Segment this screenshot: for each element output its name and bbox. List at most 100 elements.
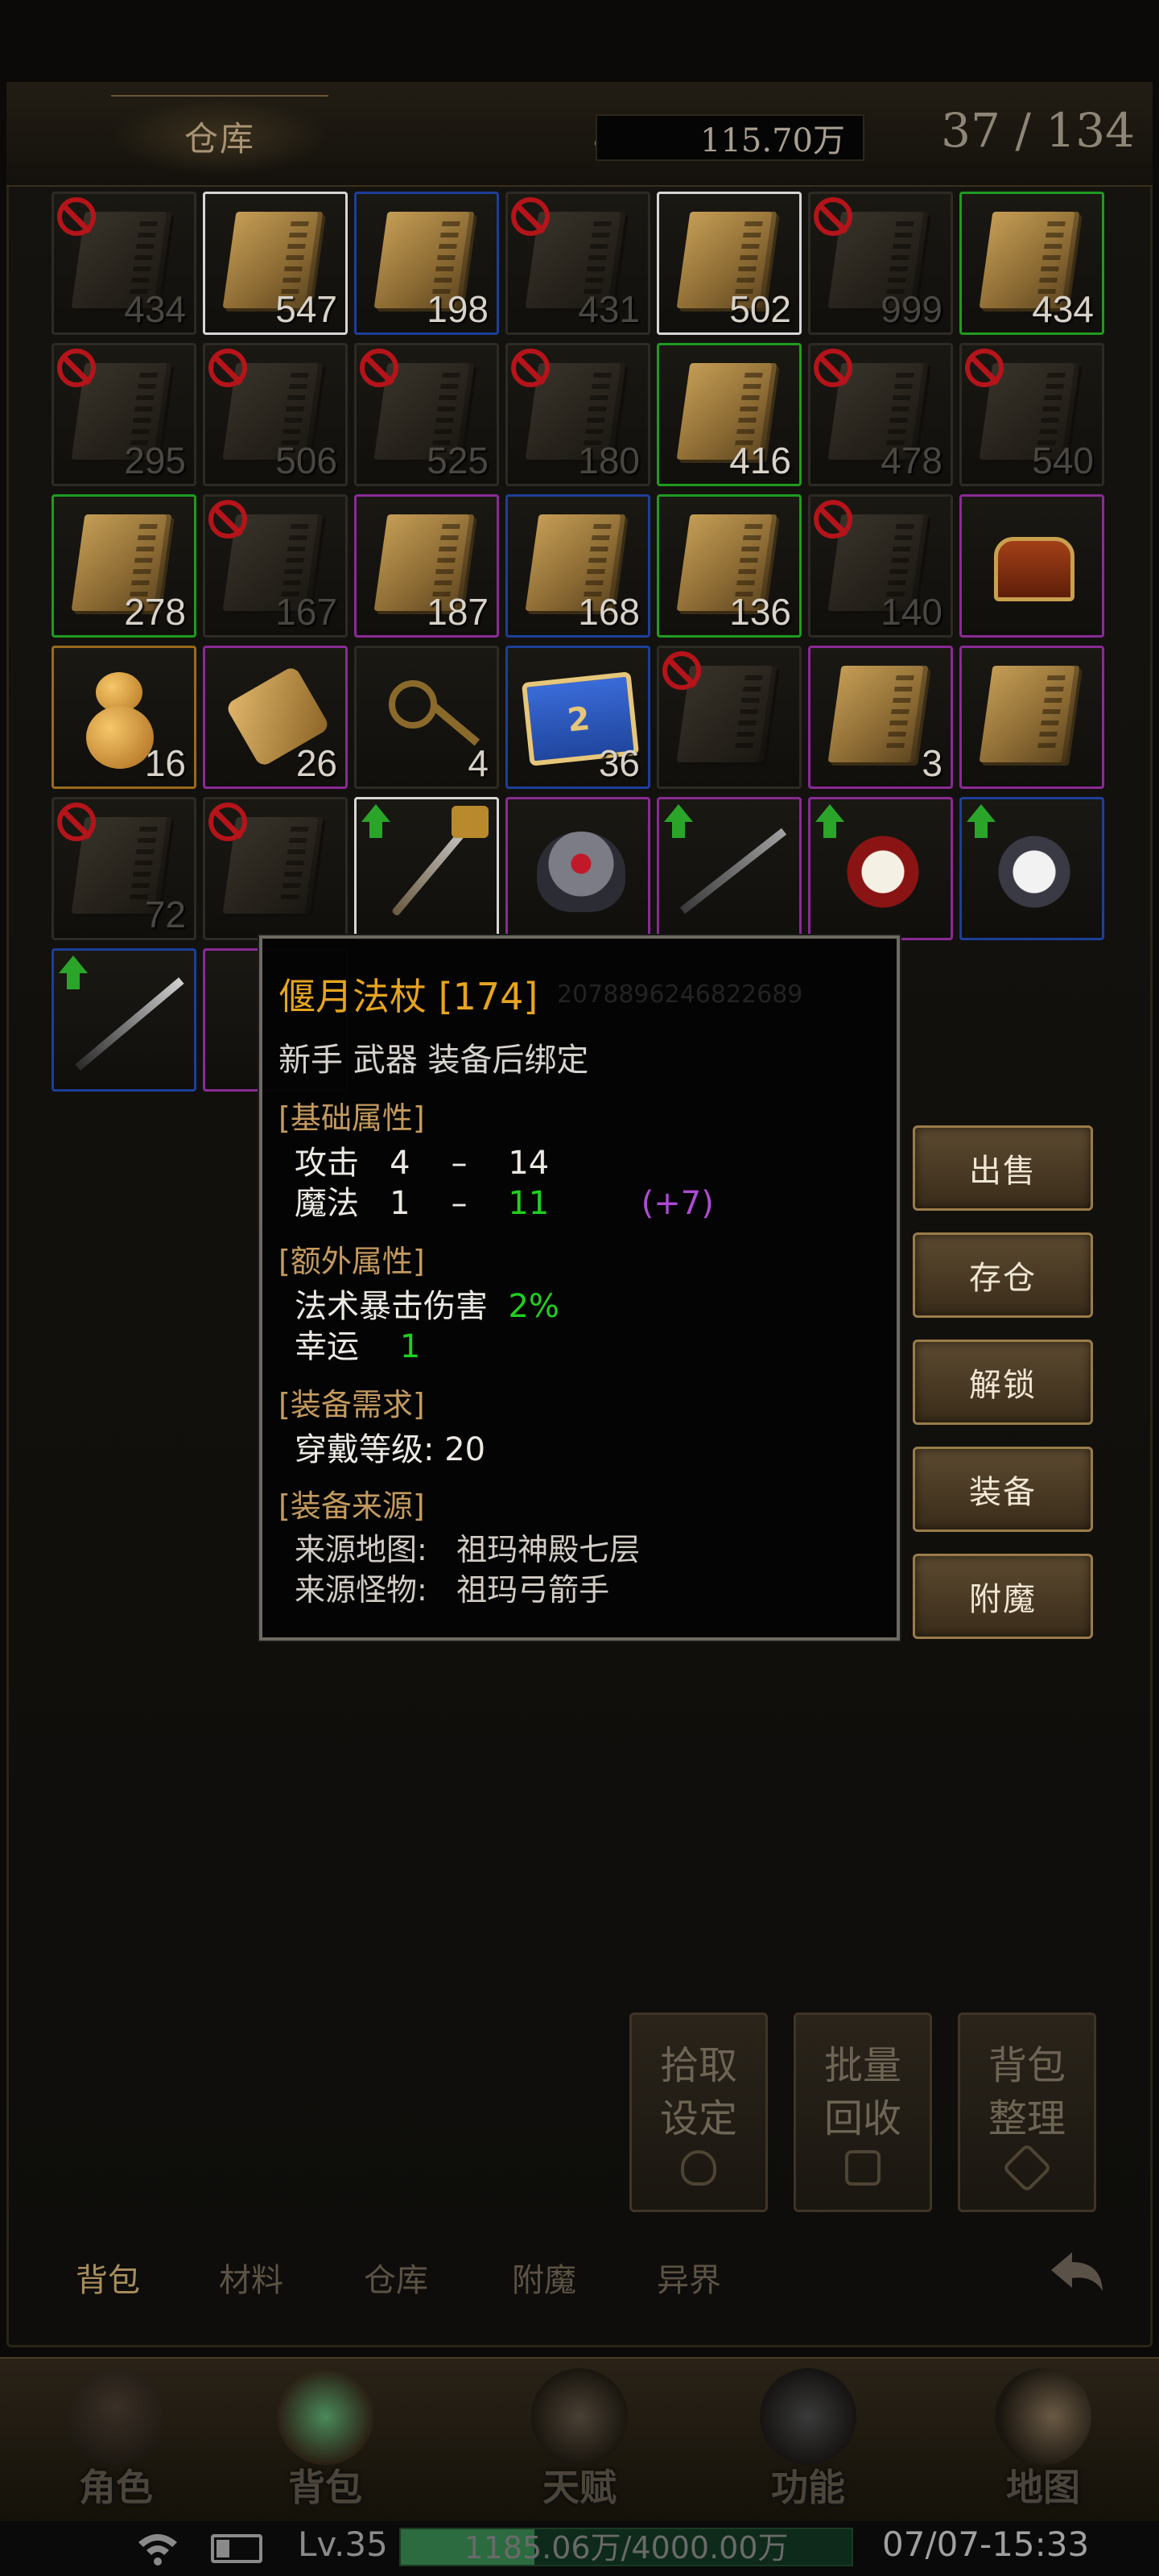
item-slot[interactable]: 295 — [52, 343, 196, 486]
item-count: 26 — [295, 742, 337, 784]
locked-icon — [57, 803, 96, 841]
item-slot[interactable] — [52, 948, 196, 1092]
source-monster-row: 来源怪物: 祖玛弓箭手 — [295, 1565, 609, 1609]
item-count: 16 — [144, 742, 186, 784]
item-count: 136 — [729, 591, 791, 633]
player-level: Lv.35 — [298, 2524, 388, 2564]
tab-materials[interactable]: 材料 — [219, 2254, 283, 2301]
item-slot[interactable]: 416 — [657, 343, 802, 486]
item-slot[interactable]: 506 — [203, 343, 348, 486]
locked-icon — [57, 197, 96, 236]
dragon-talent-icon — [531, 2368, 628, 2465]
item-slot[interactable] — [959, 646, 1104, 789]
item-slot[interactable] — [657, 797, 802, 940]
item-slot[interactable]: 4 — [354, 646, 499, 789]
section-extra-attributes: [额外属性] — [278, 1244, 425, 1279]
nav-bag[interactable]: 背包 — [229, 2362, 422, 2520]
skill-book-icon — [979, 666, 1080, 762]
item-slot[interactable] — [505, 797, 650, 940]
sort-label-2: 整理 — [988, 2096, 1066, 2141]
item-slot[interactable] — [203, 797, 348, 940]
source-map-label: 来源地图: — [295, 1532, 427, 1567]
item-slot[interactable]: 198 — [354, 192, 499, 335]
item-slot[interactable]: 136 — [657, 494, 802, 638]
item-slot[interactable]: 434 — [959, 192, 1104, 335]
unlock-button[interactable]: 解锁 — [913, 1340, 1093, 1425]
magic-dash: – — [451, 1185, 468, 1222]
nav-map[interactable]: 地图 — [947, 2362, 1140, 2520]
hooded-character-icon — [68, 2368, 164, 2465]
locked-icon — [814, 197, 852, 236]
sort-bag-button[interactable]: 背包 整理 — [958, 2013, 1096, 2212]
item-slot[interactable]: 26 — [203, 646, 348, 789]
item-slot[interactable]: 187 — [354, 494, 499, 638]
item-slot[interactable] — [959, 797, 1104, 940]
upgrade-arrow-icon — [59, 956, 88, 991]
item-count: 478 — [881, 440, 942, 481]
nav-talent[interactable]: 天赋 — [483, 2362, 676, 2520]
white-ring-icon — [994, 832, 1074, 912]
upgrade-arrow-icon — [664, 804, 693, 840]
item-slot[interactable]: 16 — [52, 646, 196, 789]
item-slot[interactable]: 502 — [657, 192, 802, 335]
magic-row: 魔法 1 – 11 (+7) — [295, 1177, 714, 1224]
item-slot[interactable]: 525 — [354, 343, 499, 486]
item-slot[interactable]: 167 — [203, 494, 348, 638]
nav-functions[interactable]: 功能 — [711, 2362, 905, 2520]
item-count: 525 — [427, 440, 489, 481]
section-requirements: [装备需求] — [278, 1387, 425, 1422]
bag-icon — [681, 2150, 716, 2186]
date-time: 07/07-15:33 — [882, 2524, 1090, 2564]
sell-button[interactable]: 出售 — [913, 1125, 1093, 1211]
tab-storage[interactable]: 仓库 — [364, 2254, 428, 2301]
recycle-label-1: 批量 — [823, 2043, 901, 2088]
enchant-button[interactable]: 附魔 — [913, 1554, 1093, 1639]
item-slot-selected[interactable] — [354, 797, 499, 940]
back-arrow-icon[interactable] — [1045, 2246, 1109, 2302]
storage-capacity: 37 / 134 — [941, 103, 1135, 158]
item-slot[interactable]: 540 — [959, 343, 1104, 486]
item-slot[interactable]: 278 — [52, 494, 196, 638]
item-slot[interactable]: 3 — [808, 646, 953, 789]
nav-character[interactable]: 角色 — [19, 2362, 212, 2520]
equip-button[interactable]: 装备 — [913, 1447, 1093, 1532]
item-count: 540 — [1032, 440, 1094, 481]
item-slot[interactable]: 478 — [808, 343, 953, 486]
luck-label: 幸运 — [295, 1328, 359, 1365]
skill-book-icon — [827, 666, 929, 762]
magic-label: 魔法 — [295, 1185, 359, 1222]
item-slot[interactable]: 72 — [52, 797, 196, 940]
item-slot[interactable]: 2 36 — [505, 646, 650, 789]
glaive-icon — [75, 977, 184, 1071]
nav-functions-label: 功能 — [771, 2466, 845, 2509]
item-slot[interactable]: 140 — [808, 494, 953, 638]
item-slot[interactable]: 180 — [505, 343, 650, 486]
magic-max: 11 — [508, 1185, 550, 1222]
gourd-icon — [86, 706, 154, 769]
item-slot[interactable]: 547 — [203, 192, 348, 335]
sort-label-1: 背包 — [988, 2043, 1066, 2088]
recycle-label-2: 回收 — [823, 2096, 901, 2141]
key-icon — [389, 680, 437, 729]
source-monster: 祖玛弓箭手 — [456, 1572, 610, 1608]
winged-helmet-icon — [537, 832, 625, 912]
batch-recycle-button[interactable]: 批量 回收 — [794, 2013, 932, 2212]
item-count: 999 — [881, 288, 942, 330]
item-slot[interactable] — [959, 494, 1104, 638]
magic-bonus: (+7) — [641, 1185, 714, 1222]
pickup-settings-button[interactable]: 拾取 设定 — [629, 2013, 768, 2212]
nav-map-label: 地图 — [1006, 2466, 1080, 2509]
item-slot[interactable]: 168 — [505, 494, 650, 638]
red-ring-icon — [843, 832, 923, 912]
item-slot[interactable]: 434 — [52, 192, 196, 335]
tab-bag[interactable]: 背包 — [76, 2254, 140, 2301]
item-slot[interactable]: 999 — [808, 192, 953, 335]
item-name: 偃月法杖 [174] — [278, 975, 538, 1018]
item-slot[interactable] — [808, 797, 953, 940]
item-slot[interactable]: 431 — [505, 192, 650, 335]
store-button[interactable]: 存仓 — [913, 1232, 1093, 1318]
tab-enchant[interactable]: 附魔 — [512, 2254, 576, 2301]
tab-otherworld[interactable]: 异界 — [657, 2254, 721, 2301]
item-count: 4 — [468, 742, 489, 784]
item-slot[interactable] — [657, 646, 802, 789]
